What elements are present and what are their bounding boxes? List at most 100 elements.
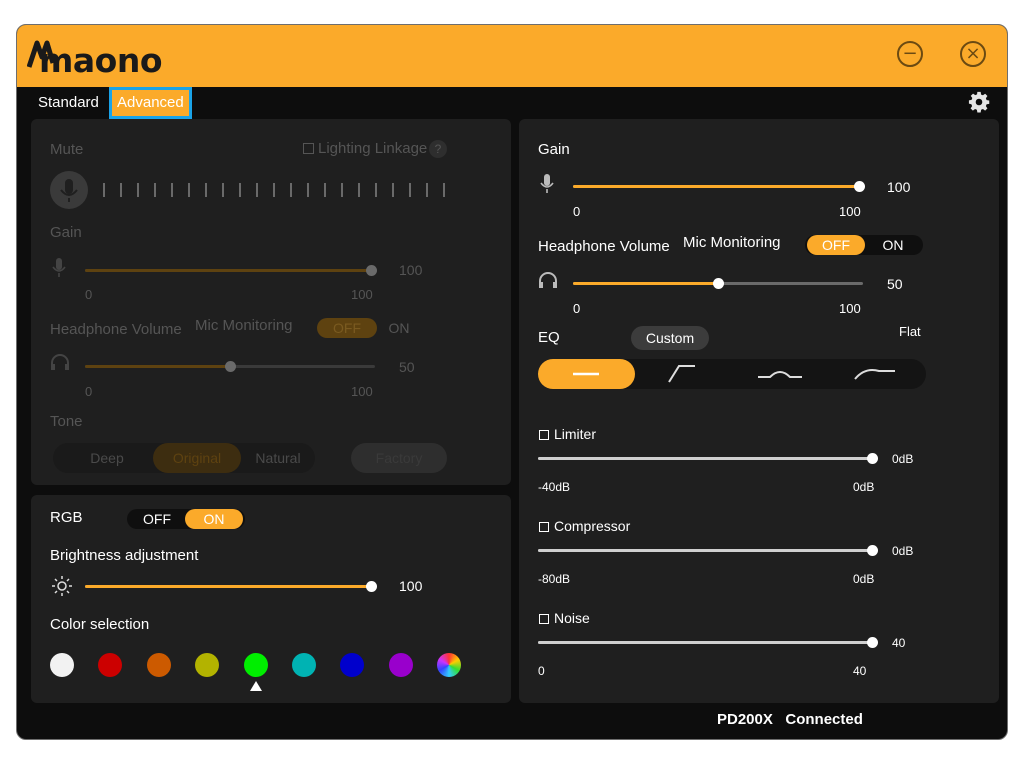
- mute-button[interactable]: [50, 171, 88, 209]
- compressor-checkbox[interactable]: [539, 522, 549, 532]
- tone-label: Tone: [50, 413, 83, 430]
- noise-slider-thumb[interactable]: [867, 637, 878, 648]
- compressor-min: -80dB: [538, 572, 571, 586]
- basic-controls-panel: Mute Lighting Linkage ? Gain 100 0 100 H…: [31, 119, 511, 485]
- brightness-slider[interactable]: [85, 581, 377, 592]
- volume-level-meter: [103, 183, 445, 197]
- mic-monitoring-off[interactable]: OFF: [317, 318, 377, 338]
- headphone-volume-label: Headphone Volume: [50, 321, 182, 338]
- gain-max: 100: [351, 287, 373, 302]
- headphone-volume-min: 0: [85, 384, 93, 399]
- eq-highpass-option[interactable]: [635, 359, 732, 389]
- eq-flat-label: Flat: [899, 324, 921, 339]
- limiter-min: -40dB: [538, 480, 571, 494]
- adv-headphone-volume-slider[interactable]: [573, 278, 863, 289]
- color-swatch-multicolor[interactable]: [437, 653, 461, 677]
- color-swatch-white[interactable]: [50, 653, 74, 677]
- eq-preset-badge[interactable]: Custom: [631, 326, 709, 350]
- compressor-slider[interactable]: [538, 545, 878, 556]
- limiter-max: 0dB: [853, 480, 875, 494]
- sun-brightness-icon: [52, 576, 72, 596]
- tone-natural[interactable]: Natural: [243, 443, 313, 473]
- adv-gain-label: Gain: [538, 141, 570, 158]
- tone-deep[interactable]: Deep: [67, 443, 147, 473]
- color-swatch-green[interactable]: [244, 653, 268, 677]
- limiter-checkbox[interactable]: [539, 430, 549, 440]
- adv-headphones-icon: [539, 272, 557, 288]
- adv-headphone-volume-label: Headphone Volume: [538, 238, 670, 255]
- eq-flat-option[interactable]: [538, 359, 635, 389]
- color-swatch-orange[interactable]: [147, 653, 171, 677]
- color-swatch-cyan[interactable]: [292, 653, 316, 677]
- headphone-volume-thumb[interactable]: [225, 361, 236, 372]
- limiter-slider[interactable]: [538, 453, 878, 464]
- adv-headphone-volume-value: 50: [887, 276, 903, 292]
- limiter-label: Limiter: [554, 426, 597, 442]
- close-icon: ×: [965, 43, 981, 64]
- compressor-slider-thumb[interactable]: [867, 545, 878, 556]
- eq-warm-option[interactable]: [829, 359, 926, 389]
- adv-gain-slider-thumb[interactable]: [854, 181, 865, 192]
- color-swatch-purple[interactable]: [389, 653, 413, 677]
- brightness-label: Brightness adjustment: [50, 547, 199, 564]
- lighting-linkage-label: Lighting Linkage: [318, 140, 428, 157]
- mute-label: Mute: [50, 141, 84, 158]
- mic-monitoring-toggle[interactable]: OFF ON: [317, 318, 427, 338]
- microphone-icon: [60, 179, 78, 202]
- color-swatch-blue[interactable]: [340, 653, 364, 677]
- lighting-linkage-checkbox[interactable]: [303, 143, 314, 154]
- headphone-volume-value: 50: [399, 359, 415, 375]
- brightness-value: 100: [399, 578, 423, 594]
- brand-name: maono: [39, 41, 163, 80]
- connection-state: Connected: [785, 711, 863, 728]
- rgb-toggle[interactable]: OFF ON: [127, 509, 245, 529]
- tone-original[interactable]: Original: [153, 443, 241, 473]
- gain-value: 100: [399, 262, 423, 278]
- headphone-volume-max: 100: [351, 384, 373, 399]
- mic-monitoring-on[interactable]: ON: [379, 318, 419, 338]
- close-button[interactable]: ×: [960, 41, 986, 67]
- gain-slider-thumb[interactable]: [366, 265, 377, 276]
- limiter-slider-thumb[interactable]: [867, 453, 878, 464]
- eq-curve-selector[interactable]: [538, 359, 926, 389]
- color-swatch-yellow[interactable]: [195, 653, 219, 677]
- rgb-off[interactable]: OFF: [133, 509, 181, 529]
- tab-advanced[interactable]: Advanced: [109, 87, 192, 119]
- adv-mic-monitoring-toggle[interactable]: OFF ON: [805, 235, 923, 255]
- adv-mic-monitoring-on[interactable]: ON: [869, 235, 917, 255]
- minimize-button[interactable]: −: [897, 41, 923, 67]
- color-swatch-red[interactable]: [98, 653, 122, 677]
- rgb-on[interactable]: ON: [185, 509, 243, 529]
- noise-slider[interactable]: [538, 637, 878, 648]
- microphone-small-icon: [52, 258, 66, 277]
- headphone-volume-slider[interactable]: [85, 361, 375, 372]
- tone-selector[interactable]: Deep Original Natural: [53, 443, 315, 473]
- gain-label: Gain: [50, 224, 82, 241]
- gain-slider[interactable]: [85, 265, 377, 276]
- noise-label: Noise: [554, 610, 590, 626]
- minimize-icon: −: [902, 43, 918, 64]
- headphones-icon: [51, 354, 69, 370]
- factory-reset-button[interactable]: Factory: [351, 443, 447, 473]
- compressor-value: 0dB: [892, 544, 914, 558]
- noise-max: 40: [853, 664, 867, 678]
- noise-value: 40: [892, 636, 906, 650]
- tab-standard[interactable]: Standard: [33, 91, 104, 115]
- help-icon[interactable]: ?: [429, 140, 447, 158]
- adv-microphone-icon: [540, 174, 554, 193]
- color-selection-label: Color selection: [50, 616, 150, 633]
- brightness-slider-thumb[interactable]: [366, 581, 377, 592]
- selected-color-indicator-icon: [250, 681, 262, 691]
- settings-gear-icon[interactable]: [968, 91, 990, 113]
- eq-presence-option[interactable]: [732, 359, 829, 389]
- adv-headphone-volume-max: 100: [839, 301, 861, 316]
- noise-checkbox[interactable]: [539, 614, 549, 624]
- adv-headphone-volume-thumb[interactable]: [713, 278, 724, 289]
- eq-highpass-icon: [668, 365, 695, 383]
- gain-min: 0: [85, 287, 93, 302]
- compressor-label: Compressor: [554, 518, 631, 534]
- adv-gain-slider[interactable]: [573, 181, 865, 192]
- advanced-panel: Gain 100 0 100 Headphone Volume Mic Moni…: [519, 119, 999, 703]
- rgb-label: RGB: [50, 509, 83, 526]
- adv-mic-monitoring-off[interactable]: OFF: [807, 235, 865, 255]
